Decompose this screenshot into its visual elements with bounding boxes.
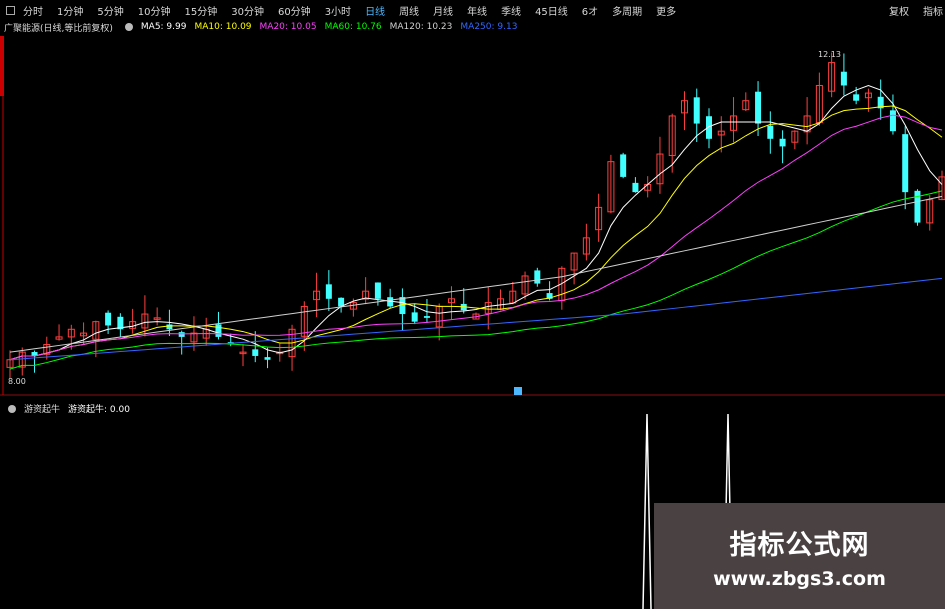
candle-body: [889, 110, 896, 132]
candle-body: [853, 94, 860, 101]
candle-body: [693, 97, 700, 124]
candle-body: [755, 91, 762, 124]
sub-indicator-legend: 游资起牛 游资起牛: 0.00: [4, 402, 138, 415]
watermark-url: www.zbgs3.com: [713, 567, 886, 590]
candle-body: [767, 125, 774, 139]
sub-indicator-value: 游资起牛: 0.00: [68, 405, 130, 415]
candle-body: [779, 138, 786, 147]
candle-body: [105, 312, 112, 326]
left-axis-marker: [0, 36, 4, 96]
candle-body: [423, 316, 430, 318]
candle-body: [840, 71, 847, 86]
candle-body: [166, 324, 173, 330]
candle-body: [215, 324, 222, 337]
ma120-line: [9, 195, 943, 353]
signal-spike-1: [642, 413, 652, 609]
sub-indicator-name[interactable]: 游资起牛: [24, 402, 60, 415]
candle-body: [325, 284, 332, 299]
candle-body: [706, 116, 712, 139]
candle-body: [411, 312, 418, 322]
watermark: 指标公式网 www.zbgs3.com: [654, 503, 945, 609]
ma60-line: [9, 190, 943, 370]
candle-body: [534, 270, 541, 284]
low-price-label: 8.00: [8, 377, 26, 386]
candle-body: [264, 357, 271, 360]
candle-body: [252, 349, 259, 356]
cursor-marker: [514, 387, 522, 395]
sub-settings-icon[interactable]: [8, 404, 16, 413]
candle-body: [902, 134, 909, 193]
candle-body: [632, 182, 639, 193]
ma20-line: [9, 114, 943, 361]
candle-body: [374, 282, 381, 299]
candle-body: [620, 154, 627, 177]
high-price-label: 12.13: [818, 50, 841, 59]
candle-body: [178, 332, 185, 337]
watermark-title: 指标公式网: [729, 529, 870, 561]
